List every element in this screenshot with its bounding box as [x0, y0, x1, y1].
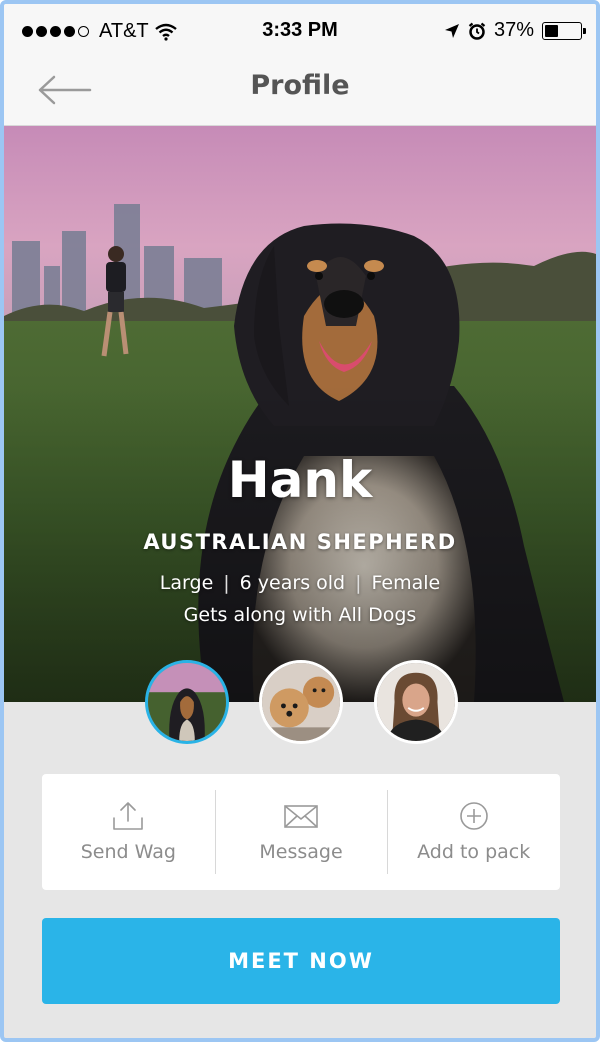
avatar-owner-photo[interactable] [374, 660, 458, 744]
add-to-pack-label: Add to pack [417, 841, 531, 863]
owner-thumbnail [377, 663, 455, 741]
status-right: 37% [444, 19, 586, 42]
meet-now-button[interactable]: MEET NOW [42, 918, 560, 1004]
plus-circle-icon [459, 802, 488, 830]
dog-details: Large | 6 years old | Female [4, 572, 596, 594]
location-arrow-icon [444, 23, 459, 38]
send-wag-label: Send Wag [80, 841, 176, 863]
page-title: Profile [250, 70, 350, 101]
dog-size: Large [159, 572, 214, 594]
two-dogs-thumbnail [262, 663, 340, 741]
add-to-pack-button[interactable]: Add to pack [387, 774, 560, 890]
alarm-icon [468, 22, 486, 40]
profile-hero-photo: Hank AUSTRALIAN SHEPHERD Large | 6 years… [4, 126, 596, 702]
profile-actions-card: Send Wag Message Add to pack [42, 774, 560, 890]
envelope-icon [284, 805, 318, 828]
battery-icon [542, 21, 586, 40]
avatar-dog-photo[interactable] [145, 660, 229, 744]
battery-percent: 37% [493, 19, 534, 41]
dog-breed: AUSTRALIAN SHEPHERD [143, 530, 457, 554]
dog-thumbnail [148, 663, 226, 741]
dog-name: Hank [227, 451, 373, 509]
app-frame: AT&T 3:33 PM 37% Profile Hank AUSTRALIAN… [0, 0, 600, 1042]
avatar-two-dogs-photo[interactable] [259, 660, 343, 744]
navigation-bar: Profile [4, 60, 596, 126]
message-label: Message [259, 841, 343, 863]
message-button[interactable]: Message [214, 774, 388, 890]
status-bar: AT&T 3:33 PM 37% [4, 4, 596, 60]
share-upload-icon [113, 802, 144, 830]
dog-compatibility: Gets along with All Dogs [183, 604, 417, 626]
dog-sex: Female [371, 572, 441, 594]
dog-age: 6 years old [239, 572, 346, 594]
details-divider: | [223, 572, 230, 594]
details-divider: | [355, 572, 362, 594]
send-wag-button[interactable]: Send Wag [42, 774, 215, 890]
